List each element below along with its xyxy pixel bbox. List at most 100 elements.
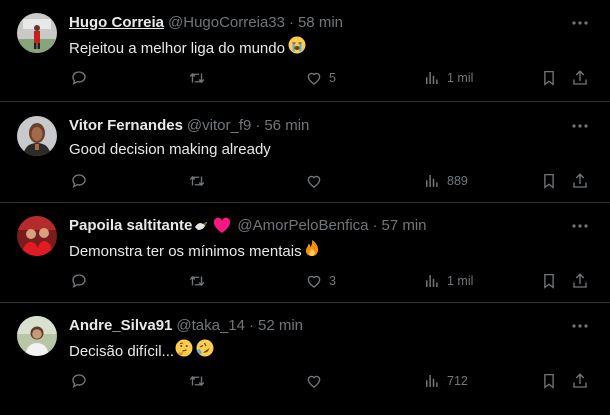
more-options-icon[interactable] [570,216,590,236]
bookmark-button[interactable] [540,66,558,90]
share-button[interactable] [571,269,589,293]
timestamp[interactable]: 56 min [264,116,309,136]
reply-button[interactable] [70,169,88,193]
reply-button[interactable] [70,66,88,90]
separator-dot: · [249,317,254,334]
tweet[interactable]: Andre_Silva91 @taka_14 · 52 min Decisão … [0,303,610,415]
tweet-header: Vitor Fernandes @vitor_f9 · 56 min [69,116,309,136]
view-count: 1 mil [447,274,474,288]
share-button[interactable] [571,369,589,393]
reply-icon [72,71,86,86]
more-options-icon[interactable] [570,316,590,336]
reply-icon [72,374,86,389]
loudly-crying-face-emoji-icon [288,36,306,61]
retweet-icon [189,72,205,84]
thinking-face-emoji-icon [175,339,193,364]
bookmark-icon [544,70,554,86]
retweet-icon [189,175,205,187]
heart-icon [307,375,321,388]
tweet[interactable]: Papoila saltitante @AmorPeloBenfica · 57… [0,203,610,303]
tweet-text-row: Decisão difícil... [69,339,214,364]
separator-dot: · [288,14,294,31]
reply-icon [72,274,86,289]
heart-icon [307,175,321,188]
tweet-text: Decisão difícil... [69,342,175,360]
tweet-feed: Hugo Correia @HugoCorreia33 · 58 min Rej… [0,0,610,415]
bookmark-button[interactable] [540,369,558,393]
user-handle[interactable]: @HugoCorreia33 [168,13,285,33]
user-handle[interactable]: @vitor_f9 [187,116,251,136]
like-button[interactable]: 5 [305,66,336,90]
heart-icon [307,275,321,288]
tweet-header: Andre_Silva91 @taka_14 · 52 min [69,316,303,336]
avatar[interactable] [17,116,57,156]
share-button[interactable] [571,169,589,193]
views-button[interactable]: 1 mil [423,66,473,90]
share-icon [573,373,587,388]
tweet-text: Demonstra ter os mínimos mentais [69,242,302,260]
tweet-header: Papoila saltitante @AmorPeloBenfica · 57… [69,216,427,236]
bookmark-button[interactable] [540,269,558,293]
tweet-text-row: Good decision making already [69,139,271,161]
user-handle[interactable]: @taka_14 [176,316,245,336]
view-count: 889 [447,174,468,188]
views-button[interactable]: 712 [423,369,468,393]
tweet-actions: 712 [0,369,610,393]
separator-dot: · [255,117,261,134]
red-heart-emoji-icon [214,217,231,233]
timestamp[interactable]: 58 min [298,13,343,33]
retweet-icon [189,375,205,387]
bookmark-icon [544,273,554,289]
reply-button[interactable] [70,269,88,293]
timestamp[interactable]: 57 min [382,216,427,236]
like-button[interactable] [305,169,329,193]
like-button[interactable] [305,369,329,393]
tweet-actions: 3 1 mil [0,269,610,293]
like-button[interactable]: 3 [305,269,336,293]
separator-dot: · [372,217,378,234]
retweet-button[interactable] [188,269,206,293]
analytics-bar-icon [426,175,438,187]
bookmark-icon [544,173,554,189]
tweet[interactable]: Hugo Correia @HugoCorreia33 · 58 min Rej… [0,0,610,102]
view-count: 1 mil [447,71,474,85]
timestamp[interactable]: 52 min [258,316,303,336]
tweet-actions: 889 [0,169,610,193]
fire-emoji-icon [303,239,321,264]
share-icon [573,273,587,288]
view-count: 712 [447,374,468,388]
avatar[interactable] [17,216,57,256]
more-options-icon[interactable] [570,13,590,33]
user-handle[interactable]: @AmorPeloBenfica [237,216,368,236]
retweet-icon [189,275,205,287]
views-button[interactable]: 1 mil [423,269,473,293]
name-badges [194,217,231,235]
display-name[interactable]: Hugo Correia [69,13,164,33]
tweet-text-row: Demonstra ter os mínimos mentais [69,239,321,264]
display-name[interactable]: Andre_Silva91 [69,316,172,336]
share-button[interactable] [571,66,589,90]
views-button[interactable]: 889 [423,169,468,193]
tweet-text: Good decision making already [69,141,271,158]
reply-icon [72,174,86,189]
display-name[interactable]: Vitor Fernandes [69,116,183,136]
display-name[interactable]: Papoila saltitante [69,216,192,236]
share-icon [573,70,587,85]
more-options-icon[interactable] [570,116,590,136]
analytics-bar-icon [426,72,438,84]
heart-icon [307,72,321,85]
avatar[interactable] [17,13,57,53]
bookmark-button[interactable] [540,169,558,193]
tweet-header: Hugo Correia @HugoCorreia33 · 58 min [69,13,343,33]
retweet-button[interactable] [188,369,206,393]
analytics-bar-icon [426,275,438,287]
eagle-emoji-icon [195,222,208,230]
tweet-text: Rejeitou a melhor liga do mundo [69,39,285,57]
tweet-actions: 5 1 mil [0,66,610,90]
bookmark-icon [544,373,554,389]
avatar[interactable] [17,316,57,356]
retweet-button[interactable] [188,66,206,90]
retweet-button[interactable] [188,169,206,193]
tweet[interactable]: Vitor Fernandes @vitor_f9 · 56 min Good … [0,103,610,203]
reply-button[interactable] [70,369,88,393]
